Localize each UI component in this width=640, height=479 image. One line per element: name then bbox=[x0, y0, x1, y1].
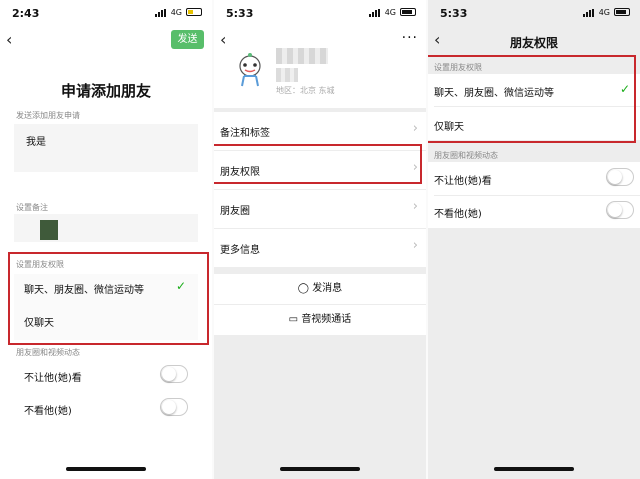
send-button[interactable]: 发送 bbox=[171, 30, 204, 49]
battery-icon bbox=[186, 8, 202, 16]
chevron-right-icon: › bbox=[412, 199, 418, 214]
hide-my-moments-label: 不让他(她)看 bbox=[434, 176, 492, 187]
screen-contact-profile: 5:33 4G ‹ ··· 地区：北京 东城 备注和标签 › 朋友权限 › 朋友… bbox=[214, 0, 426, 479]
status-time: 5:33 bbox=[226, 7, 254, 20]
hide-my-moments-toggle[interactable] bbox=[606, 168, 634, 186]
home-indicator bbox=[494, 467, 574, 471]
signal-icon bbox=[583, 9, 594, 17]
hide-my-moments-label: 不让他(她)看 bbox=[24, 373, 82, 384]
network-type: 4G bbox=[384, 8, 396, 17]
hide-my-moments-toggle[interactable] bbox=[160, 365, 188, 383]
chevron-right-icon: › bbox=[412, 238, 418, 253]
video-camera-icon: ▭ bbox=[288, 314, 299, 325]
request-message-input[interactable] bbox=[14, 124, 198, 172]
hide-their-moments-label: 不看他(她) bbox=[434, 209, 482, 220]
menu-moments[interactable]: 朋友圈 › bbox=[214, 190, 426, 228]
screen-add-friend: 2:43 4G ‹ 发送 申请添加朋友 发送添加朋友申请 我是 设置备注 设置朋… bbox=[0, 0, 212, 479]
send-message-button[interactable]: ◯ 发消息 bbox=[214, 274, 426, 304]
menu-label: 备注和标签 bbox=[220, 128, 270, 139]
more-options-icon[interactable]: ··· bbox=[402, 30, 418, 46]
home-indicator bbox=[280, 467, 360, 471]
signal-icon bbox=[155, 9, 166, 17]
screen-friend-permissions: 5:33 4G ‹ 朋友权限 设置朋友权限 聊天、朋友圈、微信运动等 ✓ 仅聊天… bbox=[428, 0, 640, 479]
status-bar: 5:33 4G bbox=[214, 0, 426, 26]
highlight-box bbox=[8, 252, 209, 345]
back-chevron-icon[interactable]: ‹ bbox=[6, 30, 12, 49]
page-title: 朋友权限 bbox=[509, 36, 558, 50]
remark-image bbox=[40, 220, 58, 240]
status-time: 5:33 bbox=[440, 7, 468, 20]
hide-their-moments-toggle[interactable] bbox=[160, 398, 188, 416]
request-message-text: 我是 bbox=[26, 137, 46, 148]
blurred-id bbox=[276, 68, 298, 82]
page-title: 申请添加朋友 bbox=[60, 82, 151, 100]
blurred-name bbox=[276, 48, 328, 64]
network-type: 4G bbox=[598, 8, 610, 17]
video-call-label: 音视频通话 bbox=[301, 314, 352, 325]
highlight-box bbox=[428, 55, 636, 143]
menu-label: 朋友圈 bbox=[220, 206, 250, 217]
highlight-box bbox=[214, 144, 422, 184]
battery-icon bbox=[400, 8, 416, 16]
status-bar: 5:33 4G bbox=[428, 0, 640, 26]
home-indicator bbox=[66, 467, 146, 471]
menu-label: 更多信息 bbox=[220, 245, 260, 256]
divider bbox=[434, 195, 640, 196]
remark-label: 设置备注 bbox=[16, 203, 48, 212]
moments-label: 朋友圈和视频动态 bbox=[434, 151, 498, 160]
network-type: 4G bbox=[170, 8, 182, 17]
request-label: 发送添加朋友申请 bbox=[16, 111, 80, 120]
battery-icon bbox=[614, 8, 630, 16]
back-chevron-icon[interactable]: ‹ bbox=[220, 30, 226, 49]
chevron-right-icon: › bbox=[412, 121, 418, 136]
send-message-label: 发消息 bbox=[312, 283, 343, 294]
signal-icon bbox=[369, 9, 380, 17]
chat-bubble-icon: ◯ bbox=[297, 283, 309, 294]
moments-label: 朋友圈和视频动态 bbox=[16, 348, 80, 357]
hide-their-moments-toggle[interactable] bbox=[606, 201, 634, 219]
status-time: 2:43 bbox=[12, 7, 40, 20]
menu-more-info[interactable]: 更多信息 › bbox=[214, 229, 426, 267]
avatar bbox=[239, 53, 261, 87]
video-call-button[interactable]: ▭ 音视频通话 bbox=[214, 305, 426, 335]
region-text: 地区：北京 东城 bbox=[276, 86, 335, 95]
hide-their-moments-label: 不看他(她) bbox=[24, 406, 72, 417]
status-bar: 2:43 4G bbox=[0, 0, 212, 26]
